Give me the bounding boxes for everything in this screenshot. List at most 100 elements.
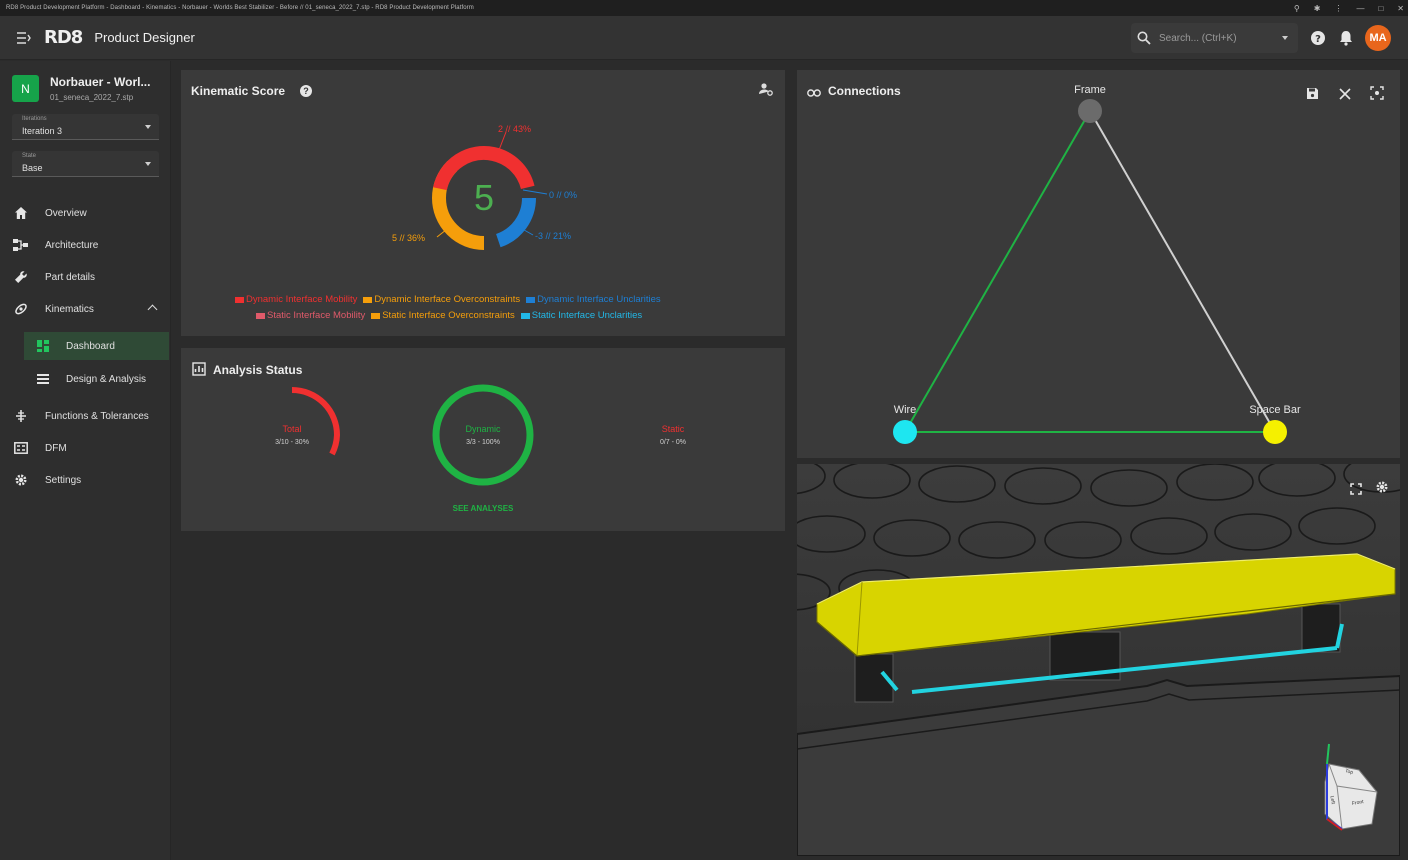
score-label-orange: 5 // 36% bbox=[392, 233, 426, 243]
close-window-icon[interactable]: ✕ bbox=[1397, 4, 1404, 13]
sidebar: N Norbauer - Worl... 01_seneca_2022_7.st… bbox=[0, 61, 171, 860]
app-header: RD8 Product Designer Search... (Ctrl+K) … bbox=[0, 16, 1408, 60]
leader-line-blue-top bbox=[522, 189, 548, 195]
legend-item[interactable]: Dynamic Interface Overconstraints bbox=[363, 294, 520, 305]
iterations-value: Iteration 3 bbox=[22, 126, 63, 136]
leader-line-red bbox=[498, 131, 507, 151]
search-icon bbox=[1137, 31, 1151, 45]
state-select[interactable]: State Base bbox=[12, 151, 159, 177]
kinematic-score-panel: Kinematic Score ? 5 2 // 43% 0 // 0% 5 /… bbox=[181, 70, 785, 336]
architecture-icon bbox=[12, 236, 30, 254]
sidebar-item-kinematics[interactable]: Kinematics bbox=[0, 295, 170, 323]
window-title: RD8 Product Development Platform - Dashb… bbox=[6, 5, 474, 11]
score-label-red: 2 // 43% bbox=[498, 124, 532, 134]
project-name: Norbauer - Worl... bbox=[50, 75, 151, 89]
edge-frame-spacebar bbox=[1089, 110, 1276, 433]
sidebar-item-label: Design & Analysis bbox=[66, 373, 147, 385]
chevron-down-icon bbox=[145, 162, 151, 166]
dfm-icon bbox=[12, 439, 30, 457]
static-value: 0/7 - 0% bbox=[659, 439, 687, 446]
kinematics-icon bbox=[12, 300, 30, 318]
svg-text:?: ? bbox=[1315, 34, 1321, 45]
dashboard-icon bbox=[34, 337, 52, 355]
sidebar-item-overview[interactable]: Overview bbox=[0, 199, 170, 227]
legend-row-static: Static Interface Mobility Static Interfa… bbox=[256, 310, 642, 321]
help-icon[interactable]: ? bbox=[1308, 28, 1328, 48]
sidebar-item-part-details[interactable]: Part details bbox=[0, 263, 170, 291]
node-spacebar bbox=[1263, 420, 1287, 444]
3d-viewport[interactable]: Top Front Left bbox=[797, 464, 1400, 856]
chevron-down-icon[interactable] bbox=[1282, 36, 1288, 40]
empty-content-area bbox=[181, 540, 785, 860]
analysis-status-panel: Analysis Status Total 3/10 - 30% Dynamic… bbox=[181, 348, 785, 531]
viewcube-left-label[interactable]: Left bbox=[1328, 795, 1335, 804]
state-value: Base bbox=[22, 163, 43, 173]
node-label-frame[interactable]: Frame bbox=[1060, 84, 1120, 96]
sidebar-item-settings[interactable]: Settings bbox=[0, 466, 170, 494]
search-icon[interactable]: ⚲ bbox=[1294, 4, 1300, 13]
gear-icon[interactable] bbox=[1375, 480, 1389, 499]
sidebar-item-label: Settings bbox=[45, 474, 82, 486]
score-label-blue-top: 0 // 0% bbox=[549, 190, 578, 200]
sidebar-item-label: Architecture bbox=[45, 239, 99, 251]
dynamic-value: 3/3 - 100% bbox=[466, 439, 500, 446]
chevron-up-icon[interactable] bbox=[147, 304, 158, 315]
sidebar-item-design-analysis[interactable]: Design & Analysis bbox=[0, 365, 170, 393]
total-label: Total bbox=[282, 424, 302, 434]
3d-model-render bbox=[797, 464, 1400, 856]
sidebar-item-architecture[interactable]: Architecture bbox=[0, 231, 170, 259]
sidebar-item-dfm[interactable]: DFM bbox=[0, 434, 170, 462]
search-placeholder: Search... (Ctrl+K) bbox=[1159, 32, 1237, 44]
node-label-wire[interactable]: Wire bbox=[885, 404, 925, 416]
score-label-blue-bottom: -3 // 21% bbox=[535, 231, 572, 241]
sidebar-item-label: Dashboard bbox=[66, 340, 115, 352]
legend-item[interactable]: Dynamic Interface Unclarities bbox=[526, 294, 661, 305]
sidebar-item-label: DFM bbox=[45, 442, 67, 454]
window-titlebar: RD8 Product Development Platform - Dashb… bbox=[0, 0, 1408, 16]
list-icon bbox=[34, 370, 52, 388]
edge-frame-wire bbox=[904, 110, 1091, 433]
sidebar-item-dashboard[interactable]: Dashboard bbox=[24, 332, 169, 360]
kinematic-score-value: 5 bbox=[473, 177, 495, 218]
fullscreen-icon[interactable] bbox=[1350, 482, 1362, 500]
legend-row-dynamic: Dynamic Interface Mobility Dynamic Inter… bbox=[235, 294, 661, 305]
iterations-select[interactable]: Iterations Iteration 3 bbox=[12, 114, 159, 140]
project-file: 01_seneca_2022_7.stp bbox=[50, 93, 134, 102]
notifications-bell-icon[interactable] bbox=[1336, 28, 1356, 48]
iterations-label: Iterations bbox=[22, 116, 47, 122]
chevron-down-icon bbox=[145, 125, 151, 129]
search-input[interactable]: Search... (Ctrl+K) bbox=[1131, 23, 1298, 53]
user-avatar[interactable]: MA bbox=[1365, 25, 1391, 51]
sidebar-item-label: Part details bbox=[45, 271, 96, 283]
sidebar-item-label: Overview bbox=[45, 207, 87, 219]
maximize-icon[interactable]: □ bbox=[1378, 4, 1383, 13]
static-label: Static bbox=[661, 424, 685, 434]
tolerance-icon bbox=[12, 407, 30, 425]
sidebar-item-functions-tolerances[interactable]: Functions & Tolerances bbox=[0, 402, 170, 430]
see-analyses-link[interactable]: SEE ANALYSES bbox=[433, 504, 533, 513]
more-options-icon[interactable]: ⋮ bbox=[1334, 4, 1342, 13]
legend-item[interactable]: Dynamic Interface Mobility bbox=[235, 294, 357, 305]
dynamic-label: Dynamic bbox=[465, 424, 501, 434]
extensions-icon[interactable]: ✱ bbox=[1314, 4, 1321, 13]
connections-graph bbox=[893, 99, 1287, 444]
legend-item[interactable]: Static Interface Overconstraints bbox=[371, 310, 515, 321]
sidebar-item-label: Kinematics bbox=[45, 303, 94, 315]
stabilizer-housing-right bbox=[1301, 603, 1341, 653]
project-badge: N bbox=[12, 75, 39, 102]
state-label: State bbox=[22, 153, 37, 159]
app-logo[interactable]: RD8 bbox=[44, 27, 83, 48]
legend-item[interactable]: Static Interface Mobility bbox=[256, 310, 365, 321]
wrench-icon bbox=[12, 268, 30, 286]
total-value: 3/10 - 30% bbox=[275, 439, 309, 446]
dynamic-progress-ring bbox=[432, 384, 534, 486]
node-label-spacebar[interactable]: Space Bar bbox=[1240, 404, 1310, 416]
legend-item[interactable]: Static Interface Unclarities bbox=[520, 310, 642, 321]
gear-icon bbox=[12, 471, 30, 489]
connections-panel: Connections Frame Wire Space Bar bbox=[797, 70, 1400, 458]
menu-toggle-icon[interactable] bbox=[14, 28, 34, 48]
app-title: Product Designer bbox=[94, 30, 195, 45]
node-frame bbox=[1078, 99, 1102, 123]
sidebar-item-label: Functions & Tolerances bbox=[45, 410, 149, 422]
minimize-icon[interactable]: — bbox=[1356, 4, 1364, 13]
